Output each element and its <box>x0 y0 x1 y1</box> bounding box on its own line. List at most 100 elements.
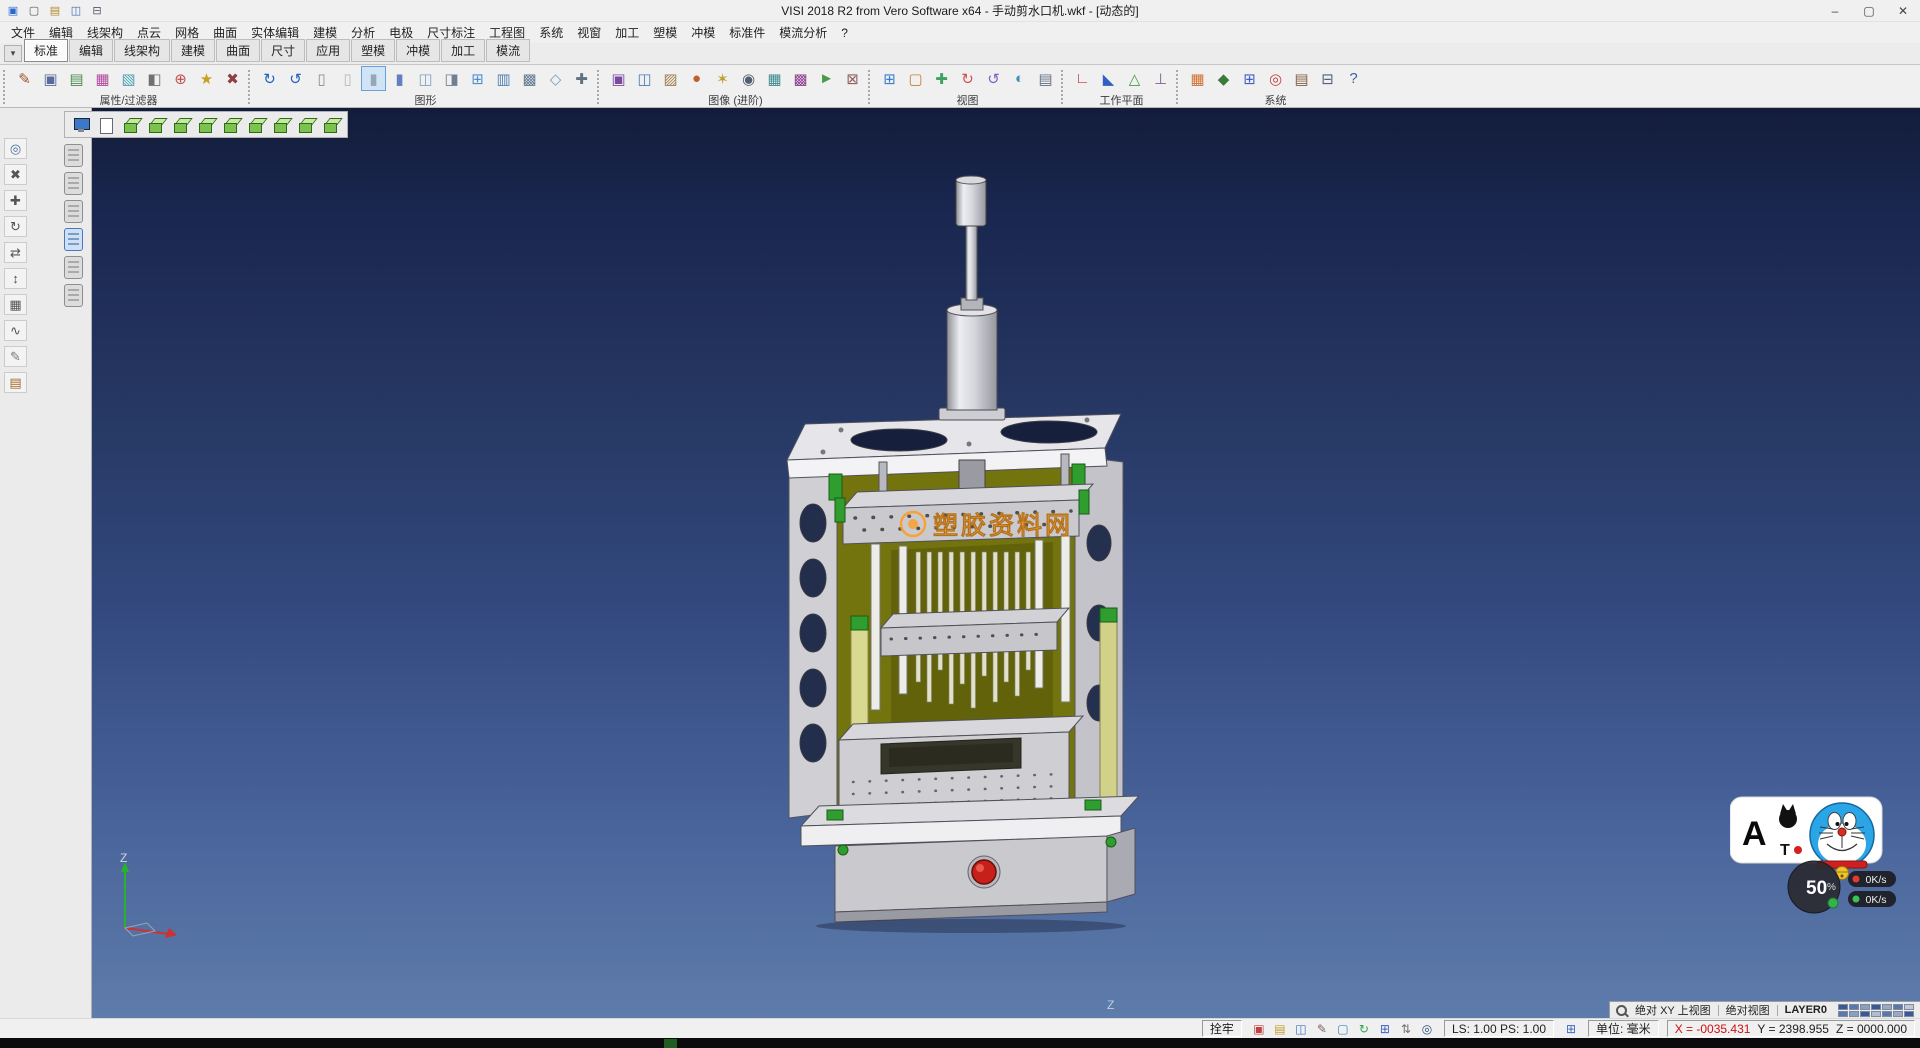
advanced-render-icon[interactable]: ▩ <box>788 66 813 91</box>
zoom-window-icon[interactable]: ▢ <box>903 66 928 91</box>
transparent-view-icon[interactable]: ◫ <box>413 66 438 91</box>
notebook-4-icon[interactable] <box>64 228 83 251</box>
layer-color-segment[interactable] <box>1882 1011 1892 1017</box>
screen-view-icon[interactable] <box>71 115 91 135</box>
previous-view-icon[interactable]: ↺ <box>981 66 1006 91</box>
active-layer-label[interactable]: LAYER0 <box>1785 1004 1827 1016</box>
layer-color-segment[interactable] <box>1893 1011 1903 1017</box>
notebook-6-icon[interactable] <box>64 284 83 307</box>
right-view-icon[interactable] <box>196 115 216 135</box>
rotate-element-icon[interactable]: ↻ <box>4 216 27 237</box>
view-mode-label[interactable]: 绝对 XY 上视图 <box>1635 1002 1711 1018</box>
clear-filter-icon[interactable]: ✖ <box>220 66 245 91</box>
tab[interactable]: 加工 <box>441 39 485 62</box>
grid-settings-icon[interactable]: ⊞ <box>1237 66 1262 91</box>
layer-color-segment[interactable] <box>1849 1004 1859 1010</box>
rotate-view-icon[interactable]: ↻ <box>955 66 980 91</box>
lighting-icon[interactable]: ✶ <box>710 66 735 91</box>
material-icon[interactable]: ● <box>684 66 709 91</box>
wireframe-view-icon[interactable]: ▯ <box>309 66 334 91</box>
tab[interactable]: 冲模 <box>396 39 440 62</box>
toolbar-grip[interactable] <box>1061 70 1065 104</box>
target-icon[interactable]: ◎ <box>1418 1020 1436 1037</box>
highlight-box-icon[interactable]: ⊞ <box>465 66 490 91</box>
image-gallery-icon[interactable]: ◫ <box>632 66 657 91</box>
layer-color-segment[interactable] <box>1871 1004 1881 1010</box>
speed-monitor-widget[interactable]: A T <box>1730 795 1900 920</box>
layer-display-icon[interactable]: ▤ <box>1271 1020 1289 1037</box>
reflection-mode-icon[interactable]: ◇ <box>543 66 568 91</box>
menu-item[interactable]: 标准件 <box>722 22 772 43</box>
magnet-filter-icon[interactable]: ⊕ <box>168 66 193 91</box>
tab[interactable]: 线架构 <box>114 39 170 62</box>
plane-grid-icon[interactable]: ⊞ <box>1562 1020 1580 1037</box>
camera-icon[interactable]: ◉ <box>736 66 761 91</box>
close-button[interactable]: ✕ <box>1886 0 1920 21</box>
system-settings-icon[interactable]: ◆ <box>1211 66 1236 91</box>
move-element-icon[interactable]: ✚ <box>4 190 27 211</box>
animation-icon[interactable]: ► <box>814 66 839 91</box>
tab[interactable]: 应用 <box>306 39 350 62</box>
image-capture-icon[interactable]: ▣ <box>606 66 631 91</box>
notebook-1-icon[interactable] <box>64 144 83 167</box>
tab[interactable]: 曲面 <box>216 39 260 62</box>
delete-element-icon[interactable]: ✖ <box>4 164 27 185</box>
color-filter-icon[interactable]: ▦ <box>90 66 115 91</box>
pan-view-icon[interactable]: ✚ <box>929 66 954 91</box>
tab[interactable]: 尺寸 <box>261 39 305 62</box>
layer-color-segment[interactable] <box>1882 1004 1892 1010</box>
section-view-icon[interactable]: ◨ <box>439 66 464 91</box>
tab[interactable]: 模流 <box>486 39 530 62</box>
left-view-icon[interactable] <box>221 115 241 135</box>
workplane-xy-icon[interactable]: ∟ <box>1070 66 1095 91</box>
array-element-icon[interactable]: ▦ <box>4 294 27 315</box>
print-icon[interactable]: ⊟ <box>88 2 106 19</box>
notebook-5-icon[interactable] <box>64 256 83 279</box>
layer-color-segment[interactable] <box>1904 1011 1914 1017</box>
refresh-icon[interactable]: ↻ <box>1355 1020 1373 1037</box>
view-settings-icon[interactable]: ▤ <box>1033 66 1058 91</box>
tab[interactable]: 建模 <box>171 39 215 62</box>
system-help-icon[interactable]: ? <box>1341 66 1366 91</box>
tab[interactable]: 编辑 <box>69 39 113 62</box>
view-lock-icon[interactable]: ◫ <box>1292 1020 1310 1037</box>
shaded-view-icon[interactable]: ▮ <box>361 66 386 91</box>
texture-icon[interactable]: ▨ <box>658 66 683 91</box>
notebook-2-icon[interactable] <box>64 172 83 195</box>
maximize-button[interactable]: ▢ <box>1852 0 1886 21</box>
attribute-paint-icon[interactable]: ✎ <box>12 66 37 91</box>
absolute-view-label[interactable]: 绝对视图 <box>1726 1002 1770 1018</box>
redraw-icon[interactable]: ↻ <box>257 66 282 91</box>
update-icon[interactable]: ⇅ <box>1397 1020 1415 1037</box>
shadow-mode-icon[interactable]: ▩ <box>517 66 542 91</box>
layer-color-segment[interactable] <box>1871 1011 1881 1017</box>
monitor-icon[interactable]: ▢ <box>1334 1020 1352 1037</box>
layer-color-segment[interactable] <box>1893 1004 1903 1010</box>
axonometric-view-icon[interactable] <box>296 115 316 135</box>
mirror-element-icon[interactable]: ⇄ <box>4 242 27 263</box>
color-palette-icon[interactable]: ▦ <box>1185 66 1210 91</box>
tab[interactable]: 塑模 <box>351 39 395 62</box>
workplane-3pt-icon[interactable]: △ <box>1122 66 1147 91</box>
menu-item[interactable]: 视窗 <box>570 22 608 43</box>
selection-mask-icon[interactable]: ◧ <box>142 66 167 91</box>
database-icon[interactable]: ▤ <box>1289 66 1314 91</box>
type-filter-icon[interactable]: ▧ <box>116 66 141 91</box>
menu-item[interactable]: 加工 <box>608 22 646 43</box>
menu-item[interactable]: 模流分析 <box>772 22 834 43</box>
menu-item[interactable]: ? <box>834 24 855 42</box>
edit-mode-icon[interactable]: ✎ <box>1313 1020 1331 1037</box>
palette-icon[interactable]: ▤ <box>4 372 27 393</box>
toolbar-grip[interactable] <box>868 70 872 104</box>
toolbar-grip[interactable] <box>3 70 7 104</box>
back-view-icon[interactable] <box>246 115 266 135</box>
tab-dropdown-button[interactable]: ▾ <box>4 45 22 62</box>
workplane-align-icon[interactable]: ◣ <box>1096 66 1121 91</box>
open-file-icon[interactable]: ▤ <box>46 2 64 19</box>
quick-select-icon[interactable]: ★ <box>194 66 219 91</box>
notebook-3-icon[interactable] <box>64 200 83 223</box>
measure-icon[interactable]: ∿ <box>4 320 27 341</box>
minimize-button[interactable]: – <box>1818 0 1852 21</box>
calculator-icon[interactable]: ⊟ <box>1315 66 1340 91</box>
snap-settings-icon[interactable]: ◎ <box>1263 66 1288 91</box>
